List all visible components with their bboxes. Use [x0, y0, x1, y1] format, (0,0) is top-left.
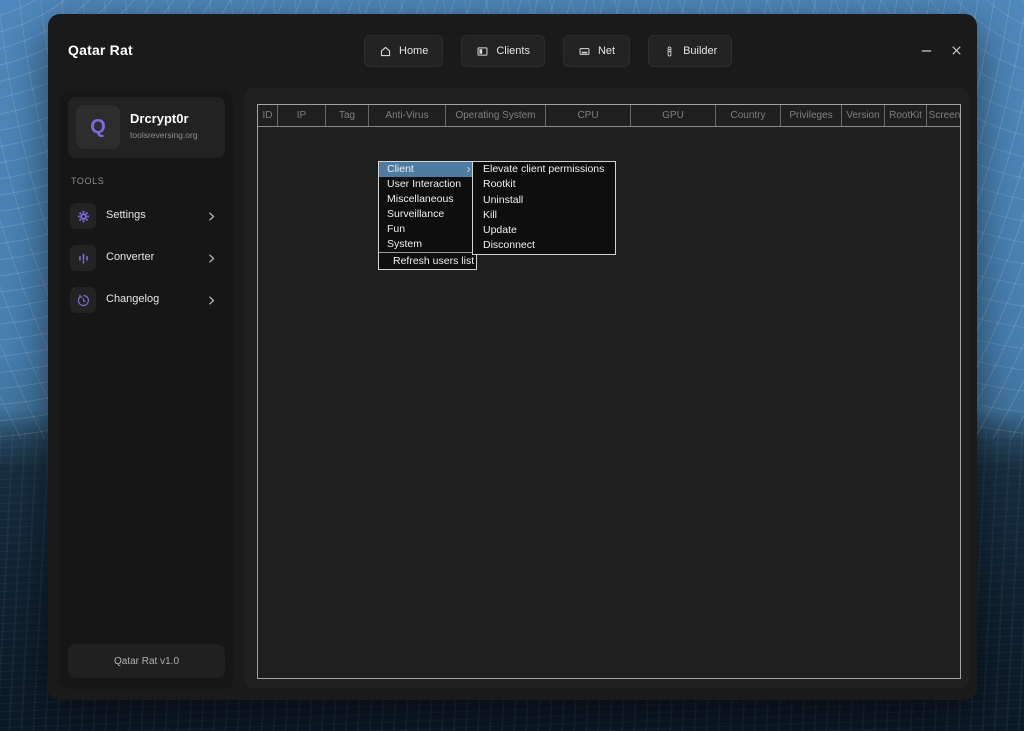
- gear-icon: [76, 209, 91, 224]
- context-menu-item-refresh-users-list[interactable]: Refresh users list: [379, 252, 476, 269]
- close-button[interactable]: [947, 41, 965, 59]
- equalizer-icon: [76, 251, 91, 266]
- avatar: Q: [76, 105, 120, 149]
- submenu-item-rootkit[interactable]: Rootkit: [473, 177, 615, 192]
- top-nav: Home Clients Net Builder: [364, 35, 732, 67]
- sidebar-item-settings[interactable]: Settings: [68, 202, 225, 230]
- context-menu-item-label: Surveillance: [387, 208, 444, 220]
- sidebar-item-icon-box: [70, 287, 96, 313]
- context-menu-item-client[interactable]: Client: [379, 162, 476, 177]
- sidebar-item-icon-box: [70, 245, 96, 271]
- app-window: Qatar Rat Home Clients Net Builder Q Drcryp…: [48, 14, 977, 700]
- column-header-screen[interactable]: Screen: [927, 105, 960, 126]
- context-menu-item-label: Miscellaneous: [387, 193, 454, 205]
- profile-subtitle: toolsreversing.org: [130, 130, 198, 140]
- nav-button-label: Home: [399, 45, 428, 57]
- sidebar-item-icon-box: [70, 203, 96, 229]
- close-icon: [949, 43, 964, 58]
- app-title: Qatar Rat: [68, 14, 133, 86]
- table-header-row: IDIPTagAnti-VirusOperating SystemCPUGPUC…: [258, 105, 960, 127]
- profile-card[interactable]: Q Drcrypt0r toolsreversing.org: [68, 97, 225, 158]
- nav-button-label: Builder: [683, 45, 717, 57]
- net-icon: [578, 45, 591, 58]
- context-menu-item-surveillance[interactable]: Surveillance: [379, 207, 476, 222]
- nav-clients-button[interactable]: Clients: [461, 35, 545, 67]
- chevron-right-icon: [206, 211, 217, 222]
- column-header-id[interactable]: ID: [258, 105, 278, 126]
- version-label: Qatar Rat v1.0: [68, 644, 225, 678]
- context-menu: Client User Interaction Miscellaneous Surve…: [378, 161, 477, 270]
- nav-button-label: Clients: [496, 45, 530, 57]
- sidebar-item-label: Changelog: [106, 293, 159, 305]
- context-menu-item-user-interaction[interactable]: User Interaction: [379, 177, 476, 192]
- column-header-country[interactable]: Country: [716, 105, 781, 126]
- submenu-item-kill[interactable]: Kill: [473, 208, 615, 223]
- context-menu-item-miscellaneous[interactable]: Miscellaneous: [379, 192, 476, 207]
- column-header-cpu[interactable]: CPU: [546, 105, 631, 126]
- minimize-button[interactable]: [917, 41, 935, 59]
- submenu-item-elevate-client-permissions[interactable]: Elevate client permissions: [473, 162, 615, 177]
- minimize-icon: [919, 43, 934, 58]
- column-header-tag[interactable]: Tag: [326, 105, 369, 126]
- history-icon: [76, 293, 91, 308]
- column-header-anti-virus[interactable]: Anti-Virus: [369, 105, 446, 126]
- column-header-rootkit[interactable]: RootKit: [885, 105, 927, 126]
- nav-net-button[interactable]: Net: [563, 35, 630, 67]
- column-header-ip[interactable]: IP: [278, 105, 326, 126]
- context-menu-item-label: Refresh users list: [393, 255, 474, 267]
- sidebar-item-label: Settings: [106, 209, 146, 221]
- sidebar-item-label: Converter: [106, 251, 154, 263]
- window-controls: [917, 14, 965, 86]
- column-header-privileges[interactable]: Privileges: [781, 105, 842, 126]
- context-menu-item-label: System: [387, 238, 422, 250]
- chevron-right-icon: [206, 253, 217, 264]
- nav-builder-button[interactable]: Builder: [648, 35, 732, 67]
- clients-icon: [476, 45, 489, 58]
- submenu-item-update[interactable]: Update: [473, 223, 615, 238]
- context-menu-item-fun[interactable]: Fun: [379, 222, 476, 237]
- column-header-version[interactable]: Version: [842, 105, 885, 126]
- avatar-letter: Q: [90, 116, 106, 139]
- context-menu-item-system[interactable]: System: [379, 237, 476, 252]
- home-icon: [379, 45, 392, 58]
- chevron-right-icon: [465, 166, 472, 173]
- column-header-operating-system[interactable]: Operating System: [446, 105, 546, 126]
- builder-icon: [663, 45, 676, 58]
- sidebar-items: Settings Converter Changelog: [68, 202, 225, 328]
- context-submenu: Elevate client permissionsRootkitUninsta…: [472, 161, 616, 255]
- context-menu-item-label: User Interaction: [387, 178, 461, 190]
- nav-button-label: Net: [598, 45, 615, 57]
- sidebar-item-changelog[interactable]: Changelog: [68, 286, 225, 314]
- context-menu-item-label: Fun: [387, 223, 405, 235]
- submenu-item-uninstall[interactable]: Uninstall: [473, 193, 615, 208]
- profile-name: Drcrypt0r: [130, 111, 189, 126]
- context-menu-item-label: Client: [387, 163, 414, 175]
- tools-section-label: TOOLS: [71, 176, 104, 186]
- chevron-right-icon: [206, 295, 217, 306]
- nav-home-button[interactable]: Home: [364, 35, 443, 67]
- sidebar: Q Drcrypt0r toolsreversing.org TOOLS Set…: [60, 92, 233, 689]
- submenu-item-disconnect[interactable]: Disconnect: [473, 238, 615, 253]
- sidebar-item-converter[interactable]: Converter: [68, 244, 225, 272]
- column-header-gpu[interactable]: GPU: [631, 105, 716, 126]
